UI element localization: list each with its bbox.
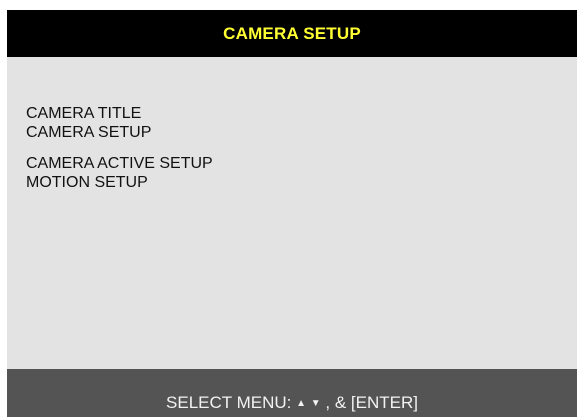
menu-item-camera-active-setup[interactable]: CAMERA ACTIVE SETUP (26, 154, 213, 173)
menu-item-camera-title[interactable]: CAMERA TITLE (26, 104, 213, 123)
up-arrow-icon: ▲ (296, 398, 306, 409)
down-arrow-icon: ▼ (310, 398, 321, 409)
camera-setup-screen: CAMERA SETUP CAMERA TITLE CAMERA SETUP C… (7, 10, 577, 417)
footer-bar: SELECT MENU: ▲ ▼ , & [ENTER] (7, 369, 577, 417)
menu-list: CAMERA TITLE CAMERA SETUP CAMERA ACTIVE … (26, 104, 213, 192)
footer-hint: SELECT MENU: ▲ ▼ , & [ENTER] (166, 393, 418, 414)
menu-item-motion-setup[interactable]: MOTION SETUP (26, 173, 213, 192)
footer-suffix: , & [ENTER] (325, 393, 418, 412)
page-title: CAMERA SETUP (223, 23, 361, 43)
footer-prefix: SELECT MENU: (166, 393, 292, 412)
menu-item-camera-setup[interactable]: CAMERA SETUP (26, 123, 213, 142)
title-bar: CAMERA SETUP (7, 10, 577, 57)
